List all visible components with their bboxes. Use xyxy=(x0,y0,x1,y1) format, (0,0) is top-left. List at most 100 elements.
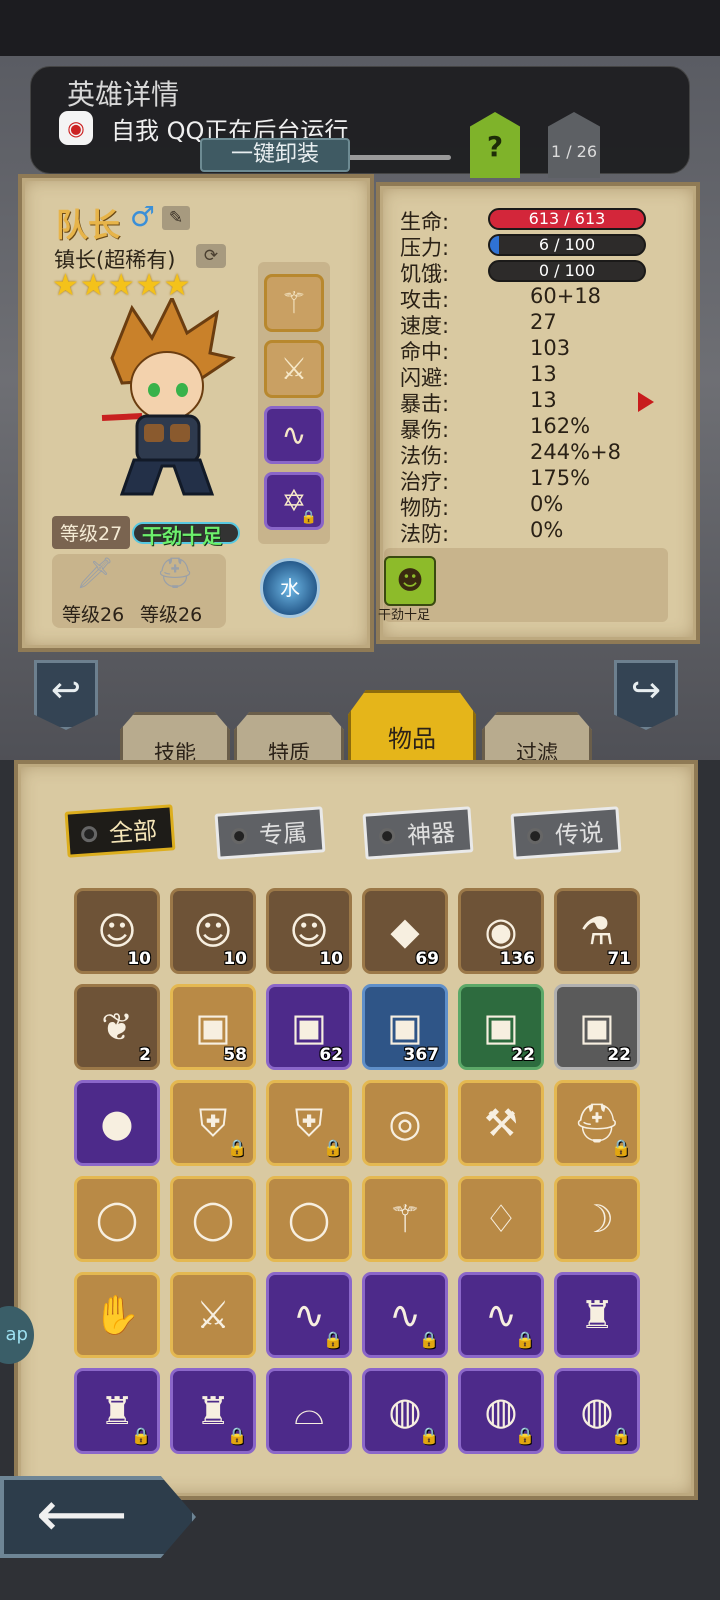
filter-all-label: 全部 xyxy=(108,816,159,848)
equipped-staff-slot[interactable]: ⚚ xyxy=(264,274,324,332)
radio-dot-icon xyxy=(526,827,544,845)
pink-axe-icon: ⚒ xyxy=(483,1101,519,1145)
stat-label: 法防: xyxy=(400,522,450,546)
inventory-item[interactable]: ⚔ xyxy=(170,1272,256,1358)
equipped-sword-slot[interactable]: ⚔ xyxy=(264,340,324,398)
hero-portrait[interactable] xyxy=(82,298,252,498)
inventory-panel: 全部 专属 神器 传说 ☺ 10 ☺ 10 ☺ 10 ◆ 69 ◉ 136 ⚗ 71 ❦ 2 ▣ 58 ▣ 62 ▣… xyxy=(14,760,698,1500)
water-element-badge[interactable]: 水 xyxy=(260,558,320,618)
filter-exclusive[interactable]: 专属 xyxy=(214,806,326,860)
item-count: 367 xyxy=(403,1045,440,1065)
filter-legendary[interactable]: 传说 xyxy=(510,806,622,860)
dark-armor-icon: ♜ xyxy=(99,1389,135,1433)
inventory-item[interactable]: ▣ 58 xyxy=(170,984,256,1070)
inventory-item[interactable]: ◍ 🔒 xyxy=(554,1368,640,1454)
stat-value: 175% xyxy=(530,466,591,490)
inventory-item[interactable]: ⛨ 🔒 xyxy=(266,1080,352,1166)
inventory-item[interactable]: ♜ 🔒 xyxy=(170,1368,256,1454)
crescent-staff-icon: ☽ xyxy=(579,1197,615,1241)
inventory-item[interactable]: ∿ 🔒 xyxy=(266,1272,352,1358)
filter-artifact-label: 神器 xyxy=(406,818,457,850)
lock-icon: 🔒 xyxy=(131,1426,151,1445)
skull-staff-icon: ⚚ xyxy=(387,1197,423,1241)
inventory-item[interactable]: ⚚ xyxy=(362,1176,448,1262)
helmet-icon: ⛑ xyxy=(156,556,195,591)
inventory-item[interactable]: ◆ 69 xyxy=(362,888,448,974)
inventory-item[interactable]: ♢ xyxy=(458,1176,544,1262)
fire-crystal-icon: ◆ xyxy=(390,909,420,953)
stat-value: 0 / 100 xyxy=(538,261,596,280)
edit-name-icon[interactable]: ✎ xyxy=(162,206,190,230)
treasure-chest-blue-icon: ▣ xyxy=(387,1005,423,1049)
unequip-all-button[interactable]: 一键卸装 xyxy=(200,138,350,172)
filter-exclusive-label: 专属 xyxy=(258,818,309,850)
item-count: 22 xyxy=(511,1045,535,1065)
inventory-item[interactable]: ▣ 62 xyxy=(266,984,352,1070)
stat-value: 613 / 613 xyxy=(528,209,606,228)
inventory-item[interactable]: ☺ 10 xyxy=(266,888,352,974)
lock-icon: 🔒 xyxy=(515,1426,535,1445)
inventory-item[interactable]: ◉ 136 xyxy=(458,888,544,974)
filter-all[interactable]: 全部 xyxy=(64,804,176,858)
equipped-whip-slot[interactable]: ∿ xyxy=(264,406,324,464)
stat-value: 244%+8 xyxy=(530,440,621,464)
hero-name: 队长 xyxy=(56,206,121,244)
lock-icon: 🔒 xyxy=(611,1138,631,1157)
stat-bar: 0 / 100 xyxy=(488,260,646,282)
inventory-item[interactable]: ▣ 22 xyxy=(554,984,640,1070)
inventory-item[interactable]: ◎ xyxy=(362,1080,448,1166)
inventory-item[interactable]: ☺ 10 xyxy=(170,888,256,974)
inventory-item[interactable]: ● xyxy=(74,1080,160,1166)
inventory-item[interactable]: ⚒ xyxy=(458,1080,544,1166)
inventory-item[interactable]: ∿ 🔒 xyxy=(458,1272,544,1358)
whip-icon: ∿ xyxy=(281,417,307,453)
red-belt-icon: ◍ xyxy=(388,1389,422,1433)
inventory-item[interactable]: ♜ xyxy=(554,1272,640,1358)
lock-icon: 🔒 xyxy=(227,1426,247,1445)
inventory-item[interactable]: ✋ xyxy=(74,1272,160,1358)
dark-armor-icon: ♜ xyxy=(579,1293,615,1337)
filter-legendary-label: 传说 xyxy=(554,818,605,850)
hero-level: 等级27 xyxy=(52,516,131,549)
stat-value: 60+18 xyxy=(530,284,602,308)
energetic-trait-icon[interactable]: ☻ xyxy=(384,556,436,606)
radio-dot-icon xyxy=(378,827,396,845)
inventory-item[interactable]: ⛨ 🔒 xyxy=(170,1080,256,1166)
inventory-item[interactable]: ◍ 🔒 xyxy=(458,1368,544,1454)
expand-stats-arrow-icon[interactable] xyxy=(638,392,654,412)
lock-icon: 🔒 xyxy=(419,1426,439,1445)
inventory-item[interactable]: ⚗ 71 xyxy=(554,888,640,974)
lock-icon: 🔒 xyxy=(419,1330,439,1349)
inventory-item[interactable]: ⌓ xyxy=(266,1368,352,1454)
equipment-slots: ⚚ ⚔ ∿ ✡ 🔒 xyxy=(258,262,330,544)
red-sword-icon: ⚔ xyxy=(195,1293,231,1337)
gear-summary[interactable]: 🗡 ⛑ 等级26 等级26 xyxy=(52,554,226,628)
inventory-item[interactable]: ◯ xyxy=(170,1176,256,1262)
inventory-item[interactable]: ❦ 2 xyxy=(74,984,160,1070)
inventory-item[interactable]: ▣ 367 xyxy=(362,984,448,1070)
inventory-item[interactable]: ∿ 🔒 xyxy=(362,1272,448,1358)
inventory-item[interactable]: ◯ xyxy=(266,1176,352,1262)
item-count: 10 xyxy=(319,949,343,969)
radio-dot-icon xyxy=(230,827,248,845)
reroll-icon[interactable]: ⟳ xyxy=(196,244,226,268)
back-button[interactable]: ⟵ xyxy=(0,1476,196,1558)
inventory-item[interactable]: ☽ xyxy=(554,1176,640,1262)
qq-penguin-icon: ◉ xyxy=(59,111,93,145)
treasure-chest-grey-icon: ▣ xyxy=(579,1005,615,1049)
equipped-amulet-slot[interactable]: ✡ 🔒 xyxy=(264,472,324,530)
inventory-item[interactable]: ▣ 22 xyxy=(458,984,544,1070)
stat-value: 0% xyxy=(530,518,564,542)
inventory-item[interactable]: ♜ 🔒 xyxy=(74,1368,160,1454)
inventory-item[interactable]: ☺ 10 xyxy=(74,888,160,974)
whip-icon: ∿ xyxy=(293,1293,325,1337)
inventory-item[interactable]: ◍ 🔒 xyxy=(362,1368,448,1454)
inventory-item[interactable]: ◯ xyxy=(74,1176,160,1262)
emerald-ring-icon: ◎ xyxy=(388,1101,422,1145)
filter-artifact[interactable]: 神器 xyxy=(362,806,474,860)
inventory-item[interactable]: ⛑ 🔒 xyxy=(554,1080,640,1166)
item-count: 22 xyxy=(607,1045,631,1065)
dark-rune-stone-icon: ◉ xyxy=(484,909,518,953)
stat-bar-fill xyxy=(490,236,500,254)
green-gem-orb-icon: ● xyxy=(100,1101,134,1145)
